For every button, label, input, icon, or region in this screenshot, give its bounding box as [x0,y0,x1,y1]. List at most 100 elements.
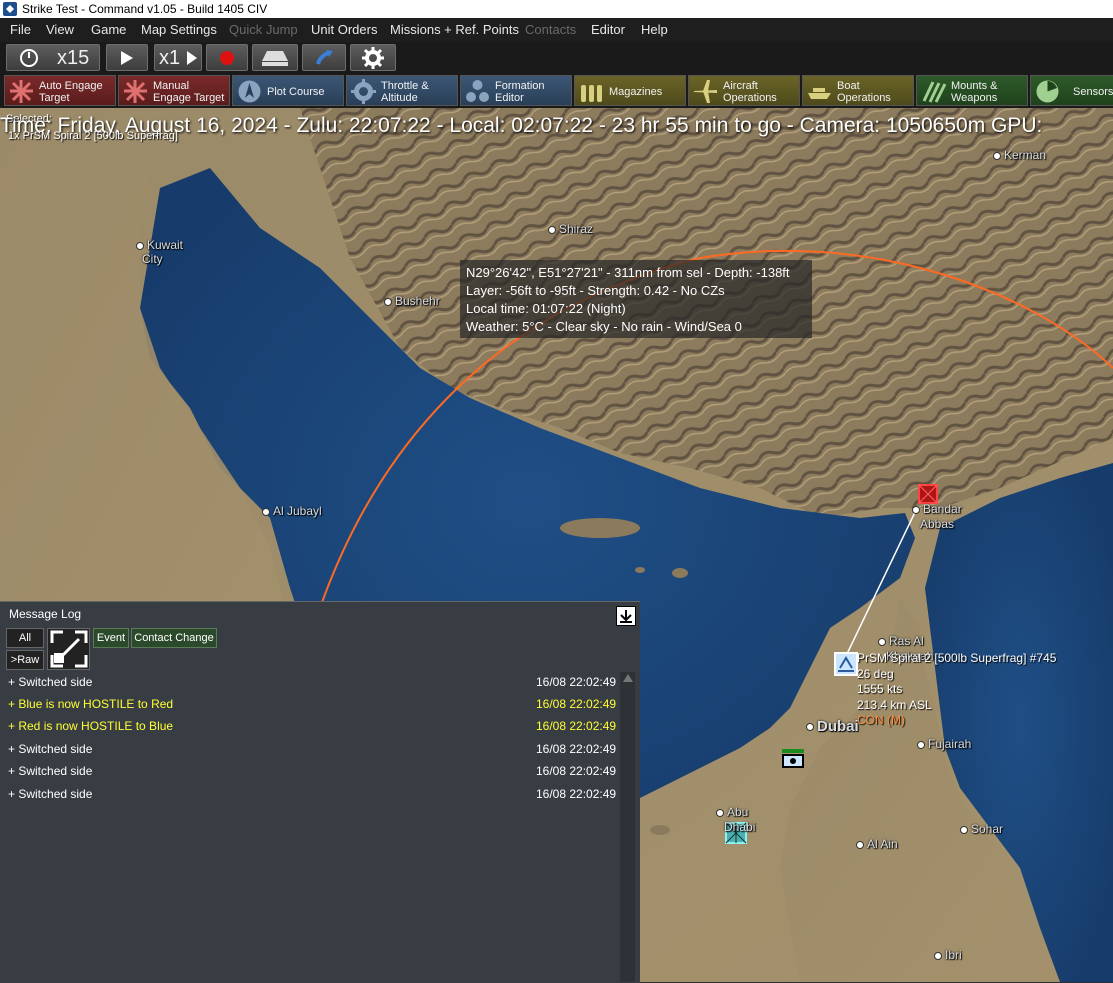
unit-data-block: PrSM Spiral 2 [500lb Superfrag] #745 26 … [857,651,1056,729]
menu-contacts[interactable]: Contacts [524,18,577,42]
log-row-time: 16/08 22:02:49 [536,764,617,778]
filter-raw-button[interactable]: >Raw [6,650,44,670]
log-row[interactable]: + Switched side [8,787,92,801]
menu-missions[interactable]: Missions + Ref. Points [389,18,520,42]
city-label2: Abbas [920,517,955,531]
download-button[interactable] [616,606,636,626]
unit-heading: 26 deg [857,666,894,681]
magazines-button[interactable]: Magazines [574,75,686,106]
city-label: Bushehr [395,294,440,308]
boat-label: Boat [837,80,860,92]
waypoint-icon [316,49,333,65]
tooltip-weather: Weather: 5°C - Clear sky - No rain - Win… [466,319,742,334]
formation-label2: Editor [495,92,524,104]
menu-file[interactable]: File [9,18,32,42]
log-scrollbar[interactable] [620,672,635,982]
city-label: Ras Al [889,634,924,648]
aircraft-operations-button[interactable]: Aircraft Operations [688,75,800,106]
log-row-text: Switched side [18,675,93,689]
boat-icon [808,88,831,99]
city-marker-icon [993,151,1001,160]
tooltip-layer: Layer: -56ft to -95ft - Strength: 0.42 -… [466,283,725,298]
sensors-button[interactable]: Sensors [1030,75,1113,106]
menu-unit-orders[interactable]: Unit Orders [310,18,378,42]
record-button[interactable] [206,44,248,71]
sensors-label: Sensors [1073,86,1113,98]
log-row-time: 16/08 22:02:49 [536,742,617,756]
filter-all-button[interactable]: All [6,628,44,648]
filter-contact-change-button[interactable]: Contact Change [131,628,217,648]
hostile-base-icon[interactable] [918,484,938,504]
auto-engage-label: Auto Engage [39,80,103,92]
unit-mission: CON (M) [857,713,905,727]
menu-view[interactable]: View [45,18,75,42]
formation-editor-button[interactable]: Formation Editor [460,75,572,106]
gear-icon [362,46,384,69]
scroll-up-icon[interactable] [623,674,633,682]
manual-engage-button[interactable]: Manual Engage Target [118,75,230,106]
step-play-icon [187,50,197,65]
log-row[interactable]: + Switched side [8,742,92,756]
filter-event-button[interactable]: Event [93,628,129,648]
city-marker-icon [136,241,144,250]
mounts-label2: Weapons [951,92,998,104]
plot-course-button[interactable]: Plot Course [232,75,344,106]
step-button[interactable]: x1 [154,44,202,71]
aircraft-icon [694,80,717,103]
sensors-icon [1036,80,1059,103]
log-row-text: Red is now HOSTILE to Blue [18,719,174,733]
friendly-facility-icon[interactable] [782,749,806,769]
auto-engage-button[interactable]: Auto Engage Target [4,75,116,106]
city-marker-icon [548,225,556,234]
menu-map-settings[interactable]: Map Settings [140,18,218,42]
menu-editor[interactable]: Editor [590,18,626,42]
selected-unit-text: 1x PrSM Spiral 2 [500lb Superfrag] [8,130,178,142]
title-bar: Strike Test - Command v1.05 - Build 1405… [0,0,1113,18]
expand-log-button[interactable] [47,628,90,670]
log-row[interactable]: + Switched side [8,764,92,778]
log-row-text: Switched side [18,742,93,756]
tooltip-local-time: Local time: 01:07:22 (Night) [466,301,626,316]
eject-button[interactable] [252,44,298,71]
settings-button[interactable] [350,44,396,71]
city-label: Sohar [971,822,1004,836]
waypoint-button[interactable] [302,44,346,71]
city-marker-icon [878,637,886,646]
boat-label2: Operations [837,92,891,104]
auto-engage-icon [10,80,33,103]
city-marker-icon [806,723,814,732]
magazines-icon [581,85,602,102]
log-row-time: 16/08 22:02:49 [536,719,617,733]
city-label: Ibri [945,948,962,962]
menu-help[interactable]: Help [640,18,669,42]
city-label: Al Jubayl [273,504,322,518]
download-icon [620,610,632,623]
time-compression-button[interactable]: x15 [6,44,100,71]
city-ibri: Ibri [934,948,962,962]
log-row-time: 16/08 22:02:49 [536,697,617,711]
play-button[interactable] [106,44,148,71]
city-label: Kerman [1004,148,1047,162]
log-row[interactable]: + Switched side [8,675,92,689]
manual-engage-icon [124,80,147,103]
log-row[interactable]: + Blue is now HOSTILE to Red [8,697,173,711]
city-shiraz: Shiraz [548,222,593,236]
menu-quick-jump[interactable]: Quick Jump [228,18,299,42]
mounts-weapons-button[interactable]: Mounts & Weapons [916,75,1028,106]
throttle-label: Throttle & [381,80,429,92]
log-row[interactable]: + Red is now HOSTILE to Blue [8,719,173,733]
formation-label: Formation [495,80,545,92]
compression-value: x15 [57,47,90,69]
boat-operations-button[interactable]: Boat Operations [802,75,914,106]
manual-engage-label: Manual [153,80,190,92]
missile-unit-icon[interactable] [834,652,858,676]
menu-game[interactable]: Game [90,18,127,42]
menu-bar: File View Game Map Settings Quick Jump U… [0,18,1113,42]
throttle-altitude-button[interactable]: Throttle & Altitude [346,75,458,106]
city-al-ain: Al Ain [856,837,898,851]
city-bushehr: Bushehr [384,294,440,308]
city-fujairah: Fujairah [917,737,971,751]
log-row-text: Switched side [18,787,93,801]
expand-icon [50,630,88,668]
manual-engage-label2: Engage Target [153,92,225,104]
